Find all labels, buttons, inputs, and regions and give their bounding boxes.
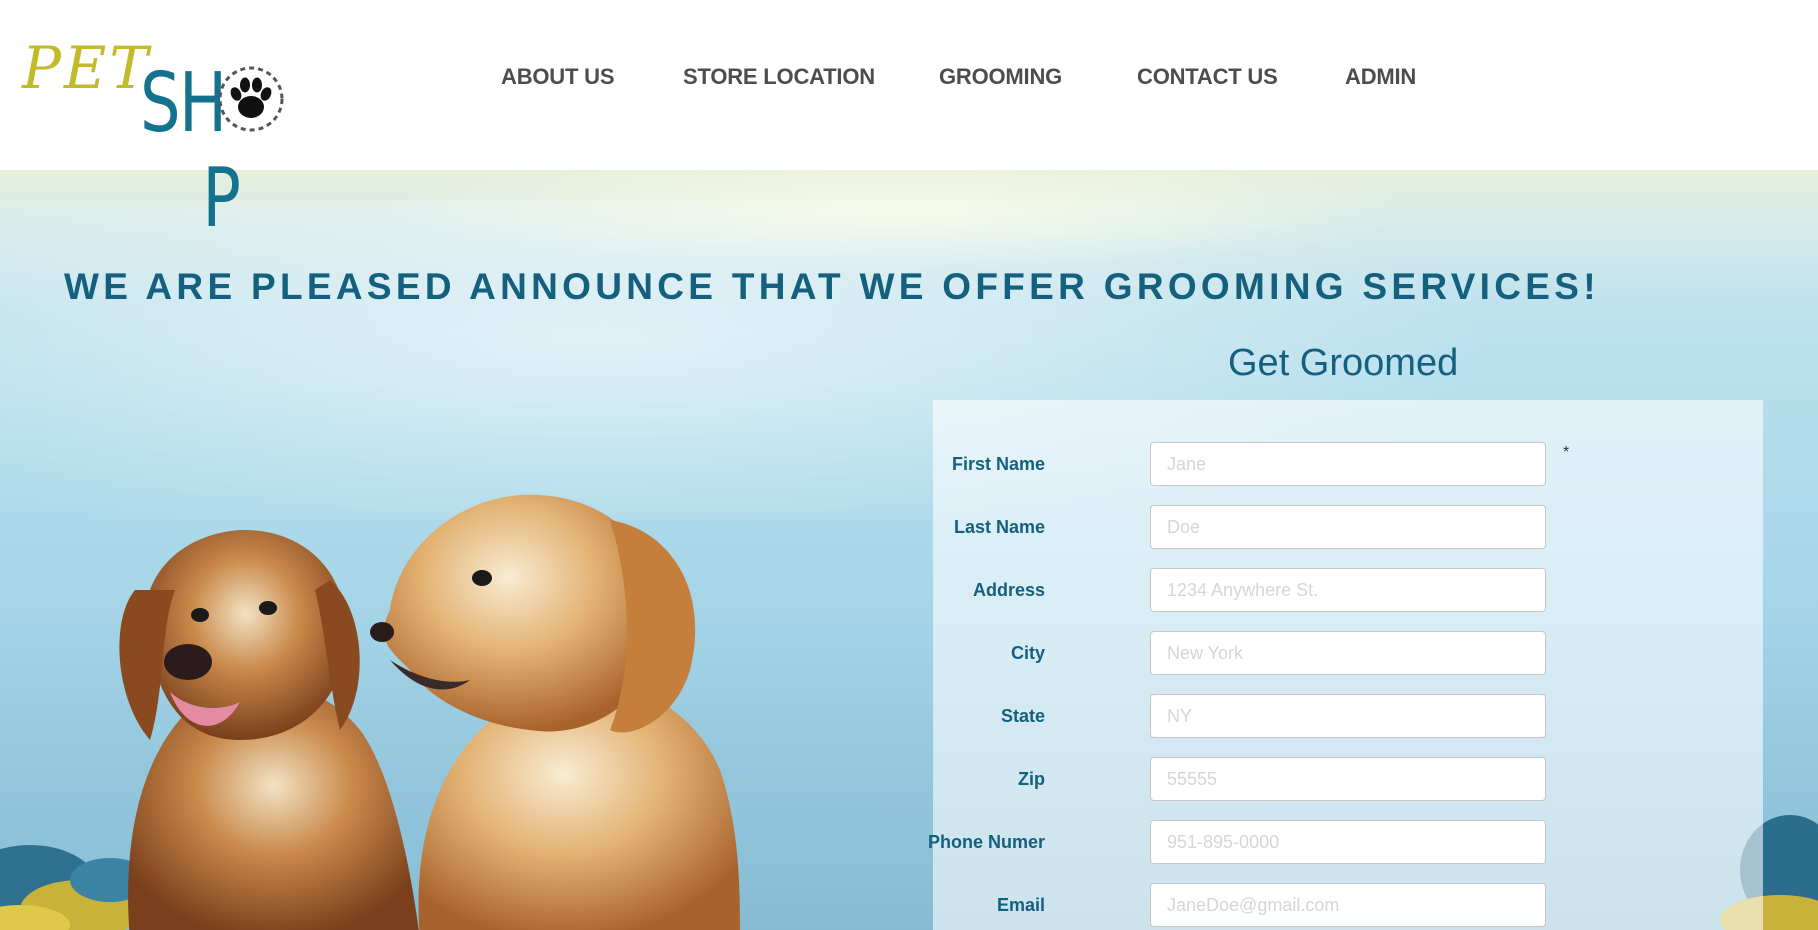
form-row-email: Email (933, 883, 1763, 927)
form-row-address: Address (933, 568, 1763, 612)
email-input[interactable] (1150, 883, 1546, 927)
zip-label: Zip (1018, 769, 1045, 789)
zip-input[interactable] (1150, 757, 1546, 801)
get-groomed-title: Get Groomed (1228, 342, 1459, 384)
address-label: Address (972, 580, 1045, 600)
nav-store-location[interactable]: STORE LOCATION (683, 64, 875, 90)
main-nav: ABOUT US STORE LOCATION GROOMING CONTACT… (0, 64, 1818, 104)
grooming-form: First Name * Last Name Address City Stat… (928, 400, 1763, 930)
nav-admin[interactable]: ADMIN (1345, 64, 1416, 90)
site-header: PET SHP ABOUT US STORE LOCATION GROOMING… (0, 0, 1818, 246)
phone-input[interactable] (1150, 820, 1546, 864)
state-input[interactable] (1150, 694, 1546, 738)
state-label: State (1000, 706, 1045, 726)
address-input[interactable] (1150, 568, 1546, 612)
hero-headline: WE ARE PLEASED ANNOUNCE THAT WE OFFER GR… (64, 266, 1600, 307)
city-input[interactable] (1150, 631, 1546, 675)
first-name-label: First Name (951, 454, 1045, 474)
form-row-last-name: Last Name (933, 505, 1763, 549)
last-name-input[interactable] (1150, 505, 1546, 549)
required-asterisk: * (1563, 444, 1570, 461)
nav-contact-us[interactable]: CONTACT US (1137, 64, 1278, 90)
logo-shop-right: P (202, 151, 241, 246)
golden-retrievers-image (119, 494, 740, 930)
form-row-first-name: First Name * (933, 442, 1763, 486)
form-row-city: City (933, 631, 1763, 675)
form-row-zip: Zip (933, 757, 1763, 801)
phone-label: Phone Numer (927, 832, 1045, 852)
hero-section: WE ARE PLEASED ANNOUNCE THAT WE OFFER GR… (0, 170, 1818, 930)
nav-about-us[interactable]: ABOUT US (501, 64, 614, 90)
city-label: City (1010, 643, 1045, 663)
form-row-phone: Phone Numer (928, 820, 1763, 864)
email-label: Email (996, 895, 1045, 915)
first-name-input[interactable] (1150, 442, 1546, 486)
last-name-label: Last Name (953, 517, 1045, 537)
form-row-state: State (933, 694, 1763, 738)
nav-grooming[interactable]: GROOMING (939, 64, 1062, 90)
